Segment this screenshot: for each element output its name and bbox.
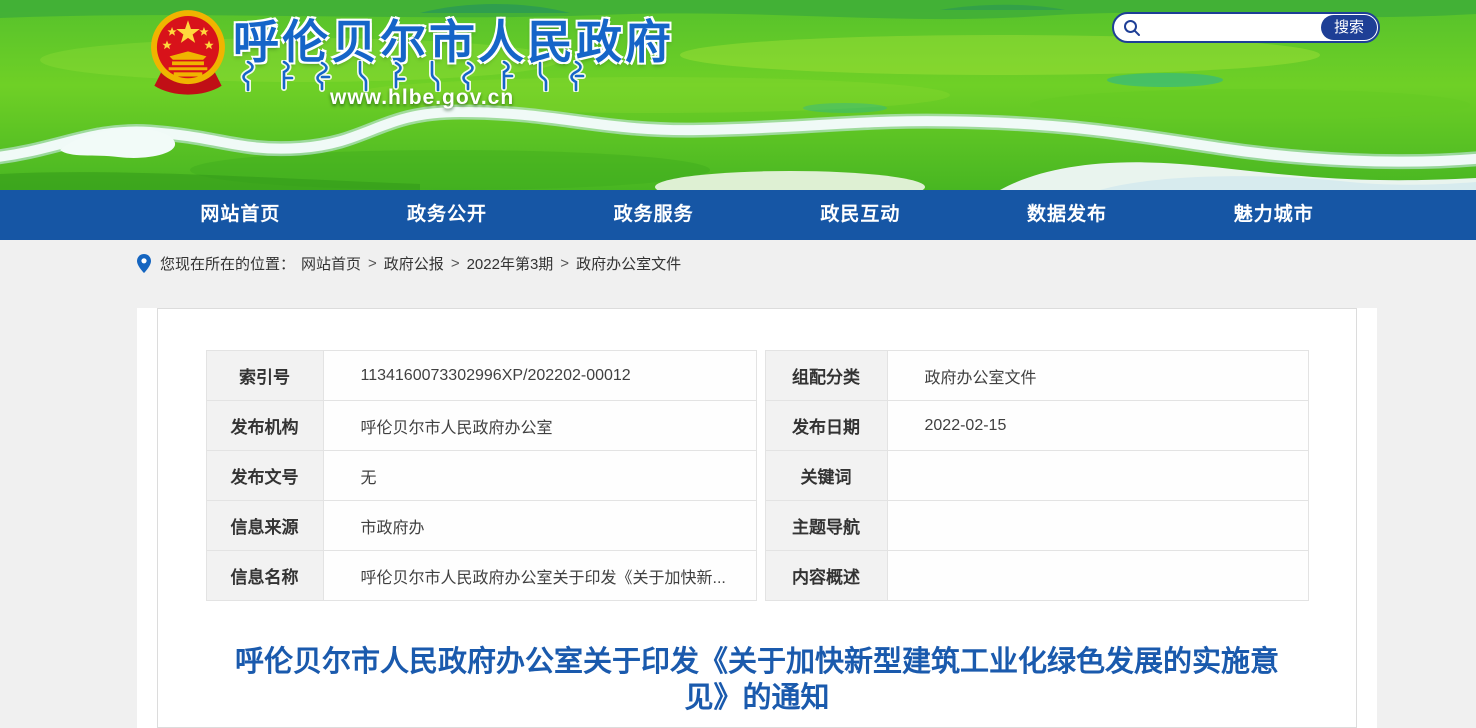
meta-value-info-name: 呼伦贝尔市人民政府办公室关于印发《关于加快新...	[323, 551, 756, 601]
meta-value-publish-date: 2022-02-15	[887, 401, 1308, 451]
document-title: 呼伦贝尔市人民政府办公室关于印发《关于加快新型建筑工业化绿色发展的实施意见》的通…	[207, 644, 1307, 716]
site-url: www.hlbe.gov.cn	[330, 86, 514, 110]
site-header: 呼伦贝尔市人民政府 www.hlbe.gov.cn	[0, 0, 1476, 190]
table-row: 索引号 1134160073302996XP/202202-00012	[206, 351, 756, 401]
meta-value-topic-navigation	[887, 501, 1308, 551]
document-title-line1: 呼伦贝尔市人民政府办公室关于印发《关于加快新型建筑工业化绿色发展的实施意	[235, 646, 1279, 678]
table-row: 发布机构 呼伦贝尔市人民政府办公室	[206, 401, 756, 451]
meta-label-info-source: 信息来源	[206, 501, 323, 551]
meta-label-topic-navigation: 主题导航	[765, 501, 887, 551]
metadata-table-right: 组配分类 政府办公室文件 发布日期 2022-02-15 关键词 主题导航	[765, 350, 1309, 601]
meta-value-document-number: 无	[323, 451, 756, 501]
main-navigation: 网站首页 政务公开 政务服务 政民互动 数据发布 魅力城市	[0, 190, 1476, 240]
nav-item-data[interactable]: 数据发布	[964, 190, 1171, 240]
document-panel: 索引号 1134160073302996XP/202202-00012 发布机构…	[157, 308, 1357, 728]
meta-value-content-summary	[887, 551, 1308, 601]
meta-label-index-number: 索引号	[206, 351, 323, 401]
document-metadata: 索引号 1134160073302996XP/202202-00012 发布机构…	[158, 350, 1356, 601]
nav-item-gov-info[interactable]: 政务公开	[344, 190, 551, 240]
metadata-table-left: 索引号 1134160073302996XP/202202-00012 发布机构…	[206, 350, 757, 601]
national-emblem-logo	[146, 8, 230, 98]
breadcrumb-separator: >	[451, 255, 460, 272]
nav-item-gov-service[interactable]: 政务服务	[550, 190, 757, 240]
meta-label-keywords: 关键词	[765, 451, 887, 501]
location-pin-icon	[137, 254, 151, 273]
breadcrumb-separator: >	[368, 255, 377, 272]
meta-value-keywords	[887, 451, 1308, 501]
meta-value-index-number: 1134160073302996XP/202202-00012	[323, 351, 756, 401]
table-row: 信息来源 市政府办	[206, 501, 756, 551]
table-row: 内容概述	[765, 551, 1308, 601]
meta-label-content-summary: 内容概述	[765, 551, 887, 601]
meta-label-publish-date: 发布日期	[765, 401, 887, 451]
document-title-line2: 见》的通知	[684, 682, 829, 714]
meta-value-issuing-agency: 呼伦贝尔市人民政府办公室	[323, 401, 756, 451]
search-input[interactable]	[1146, 17, 1324, 38]
nav-item-home[interactable]: 网站首页	[137, 190, 344, 240]
search-button[interactable]: 搜索	[1321, 15, 1377, 40]
meta-label-document-number: 发布文号	[206, 451, 323, 501]
meta-label-issuing-agency: 发布机构	[206, 401, 323, 451]
breadcrumb: 您现在所在的位置： 网站首页 > 政府公报 > 2022年第3期 > 政府办公室…	[0, 240, 1476, 287]
breadcrumb-item-issue[interactable]: 2022年第3期	[467, 253, 554, 274]
meta-value-info-source: 市政府办	[323, 501, 756, 551]
meta-label-category: 组配分类	[765, 351, 887, 401]
meta-label-info-name: 信息名称	[206, 551, 323, 601]
breadcrumb-prefix: 您现在所在的位置：	[160, 253, 295, 274]
content-card: 索引号 1134160073302996XP/202202-00012 发布机构…	[137, 308, 1377, 728]
table-row: 组配分类 政府办公室文件	[765, 351, 1308, 401]
breadcrumb-item-gazette[interactable]: 政府公报	[384, 253, 444, 274]
search-icon	[1123, 19, 1141, 37]
search-box: 搜索	[1112, 12, 1380, 43]
table-row: 发布日期 2022-02-15	[765, 401, 1308, 451]
table-row: 关键词	[765, 451, 1308, 501]
breadcrumb-separator: >	[560, 255, 569, 272]
table-row: 发布文号 无	[206, 451, 756, 501]
breadcrumb-item-category[interactable]: 政府办公室文件	[576, 253, 681, 274]
meta-value-category: 政府办公室文件	[887, 351, 1308, 401]
nav-item-interaction[interactable]: 政民互动	[757, 190, 964, 240]
nav-item-city[interactable]: 魅力城市	[1170, 190, 1377, 240]
breadcrumb-item-home[interactable]: 网站首页	[301, 253, 361, 274]
table-row: 主题导航	[765, 501, 1308, 551]
table-row: 信息名称 呼伦贝尔市人民政府办公室关于印发《关于加快新...	[206, 551, 756, 601]
